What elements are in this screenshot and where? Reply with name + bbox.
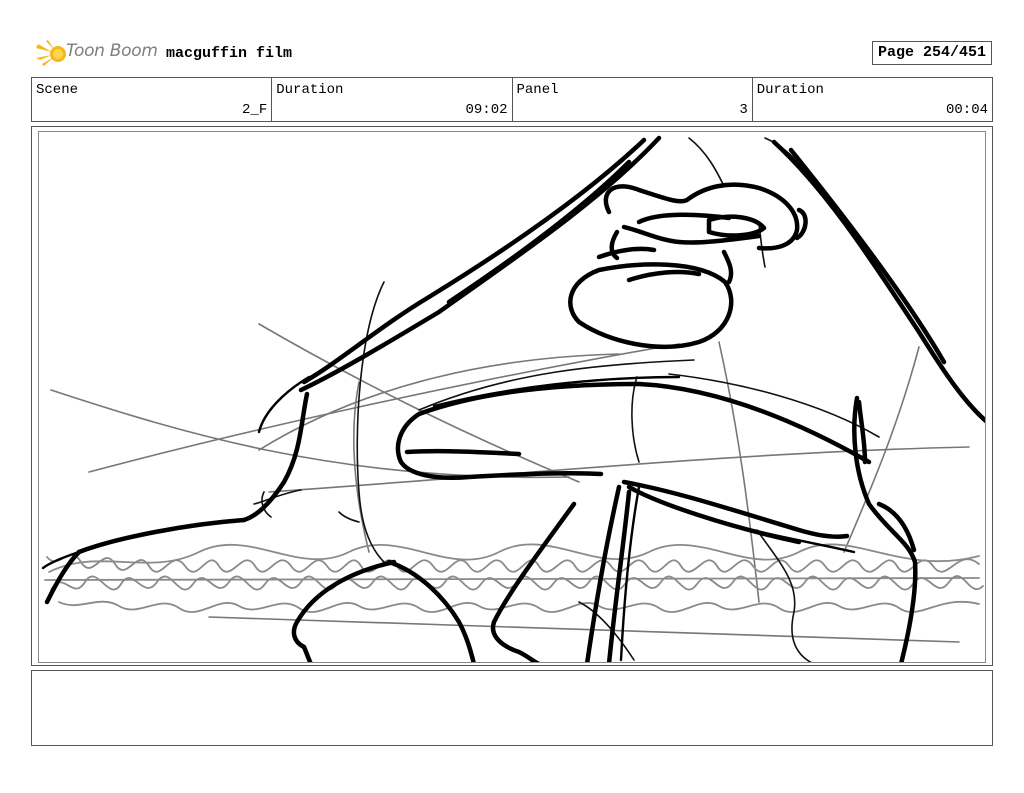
panel-cell: Panel 3 bbox=[513, 78, 753, 121]
gorilla-sketch bbox=[41, 135, 985, 662]
panel-duration-cell: Duration 00:04 bbox=[753, 78, 992, 121]
info-row: Scene 2_F Duration 09:02 Panel 3 Duratio… bbox=[31, 77, 993, 122]
scene-cell: Scene 2_F bbox=[32, 78, 273, 121]
notes-box bbox=[31, 670, 993, 746]
panel-duration-value: 00:04 bbox=[945, 102, 988, 118]
film-title: macguffin film bbox=[166, 45, 293, 62]
panel-duration-label: Duration bbox=[756, 82, 824, 98]
storyboard-panel bbox=[31, 126, 993, 666]
main-strokes bbox=[44, 135, 985, 662]
page-number: Page 254/451 bbox=[872, 41, 992, 65]
panel-label: Panel bbox=[516, 82, 559, 98]
logo-text: Toon Boom bbox=[66, 41, 158, 61]
duration-cell: Duration 09:02 bbox=[272, 78, 513, 121]
grass-scribble bbox=[44, 543, 984, 613]
duration-value: 09:02 bbox=[465, 102, 508, 118]
secondary-strokes bbox=[41, 375, 856, 662]
scene-value: 2_F bbox=[242, 102, 268, 118]
panel-value: 3 bbox=[739, 102, 748, 118]
scene-label: Scene bbox=[36, 82, 79, 98]
panel-drawing-area bbox=[38, 131, 986, 663]
duration-label: Duration bbox=[276, 82, 344, 98]
